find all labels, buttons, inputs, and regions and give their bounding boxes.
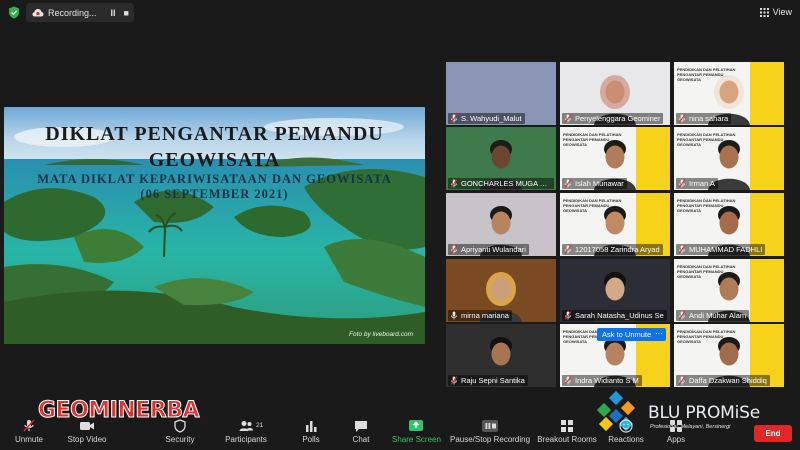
reactions-label: Reactions xyxy=(608,435,644,444)
end-meeting-button[interactable]: End xyxy=(754,425,792,442)
slide-title-line1: DIKLAT PENGANTAR PEMANDU xyxy=(45,123,384,145)
polls-label: Polls xyxy=(302,435,320,444)
cloud-record-icon xyxy=(32,8,44,16)
participant-tile[interactable]: GONCHARLES MUGA MEO xyxy=(446,127,556,190)
participant-name: S. Wahyudi_Malut xyxy=(448,113,525,124)
participant-name: Indra Widianto S M xyxy=(562,375,642,386)
muted-mic-icon xyxy=(678,376,686,385)
apps-button[interactable]: Apps xyxy=(662,416,690,450)
pause-stop-recording-button[interactable]: Pause/Stop Recording xyxy=(450,416,530,450)
participant-tile[interactable]: Penyelenggara Geominer xyxy=(560,62,670,125)
slide-subtitle-line1: MATA DIKLAT KEPARIWISATAAN DAN GEOWISATA xyxy=(37,172,392,186)
participant-tile[interactable]: PENDIDIKAN DAN PELATIHAN PENGANTAR PEMAND… xyxy=(674,193,784,256)
reactions-button[interactable]: Reactions xyxy=(606,416,646,450)
participant-name: GONCHARLES MUGA MEO xyxy=(448,178,554,189)
view-button[interactable]: View xyxy=(759,4,792,20)
stop-recording-button[interactable]: ■ xyxy=(124,8,129,18)
participant-tile[interactable]: Sarah Natasha_Udinus Se xyxy=(560,259,670,322)
recording-indicator: Recording... II ■ xyxy=(26,3,134,22)
pause-recording-button[interactable]: II xyxy=(111,8,116,18)
breakout-rooms-icon xyxy=(561,420,573,432)
stop-video-button[interactable]: Stop Video xyxy=(64,416,110,450)
security-shield-icon xyxy=(174,419,186,433)
share-screen-button[interactable]: Share Screen xyxy=(392,416,441,450)
breakout-rooms-button[interactable]: Breakout Rooms xyxy=(536,416,598,450)
muted-mic-icon xyxy=(564,179,572,188)
ask-to-unmute-button[interactable]: Ask to Unmute xyxy=(597,328,657,341)
muted-mic-icon xyxy=(450,245,458,254)
apps-label: Apps xyxy=(666,435,686,444)
participants-count: 21 xyxy=(256,422,264,429)
shield-icon[interactable] xyxy=(8,6,20,19)
muted-mic-icon xyxy=(678,311,686,320)
muted-mic-icon xyxy=(678,245,686,254)
top-bar: Recording... II ■ View xyxy=(0,0,800,26)
share-screen-label: Share Screen xyxy=(392,435,441,444)
participant-name: Daffa Dzakwan Shiddiq xyxy=(676,375,770,386)
pause-stop-icon xyxy=(482,420,498,432)
participant-name: Raju Sepni Santika xyxy=(448,375,528,386)
participant-tile[interactable]: PENDIDIKAN DAN PELATIHAN PENGANTAR PEMAND… xyxy=(674,324,784,387)
photo-credit: Foto by liveboard.com xyxy=(349,331,413,338)
participant-tile[interactable]: Raju Sepni Santika xyxy=(446,324,556,387)
chat-icon xyxy=(355,421,367,432)
participant-name: Sarah Natasha_Udinus Se xyxy=(562,310,667,321)
slide-title-line2: GEOWISATA xyxy=(148,149,281,171)
polls-icon xyxy=(306,421,317,432)
mic-icon xyxy=(451,311,457,320)
pause-recording-label: Pause/Stop Recording xyxy=(450,435,531,444)
security-button[interactable]: Security xyxy=(162,416,198,450)
participant-name: 12017058 Zarindra Aryad xyxy=(562,244,663,255)
participant-tile[interactable]: PENDIDIKAN DAN PELATIHAN PENGANTAR PEMAND… xyxy=(560,127,670,190)
participant-tile[interactable]: mirna mariana xyxy=(446,259,556,322)
participant-name: MUHAMMAD FADHLI xyxy=(676,244,766,255)
participant-tile[interactable]: PENDIDIKAN DAN PELATIHAN PENGANTAR PEMAND… xyxy=(674,62,784,125)
muted-mic-icon xyxy=(564,245,572,254)
muted-mic-icon xyxy=(678,179,686,188)
participant-name: Penyelenggara Geominer xyxy=(562,113,664,124)
apps-icon xyxy=(670,420,682,432)
shared-screen-slide: DIKLAT PENGANTAR PEMANDU GEOWISATA MATA … xyxy=(4,107,425,344)
slide-subtitle-line2: (06 SEPTEMBER 2021) xyxy=(140,187,289,201)
unmute-label: Unmute xyxy=(14,435,43,444)
participant-tile[interactable]: PENDIDIKAN DAN PELATIHAN PENGANTAR PEMAND… xyxy=(560,193,670,256)
breakout-rooms-label: Breakout Rooms xyxy=(537,435,597,444)
muted-mic-icon xyxy=(450,179,458,188)
chat-label: Chat xyxy=(352,435,370,444)
muted-mic-icon xyxy=(450,376,458,385)
muted-mic-icon xyxy=(564,114,572,123)
participants-label: Participants xyxy=(225,435,267,444)
grid-view-icon xyxy=(759,7,769,17)
video-camera-icon xyxy=(80,422,94,430)
participant-name: Apriyanti Wulandari xyxy=(448,244,529,255)
chat-button[interactable]: Chat xyxy=(346,416,376,450)
participant-tile[interactable]: PENDIDIKAN DAN PELATIHAN PENGANTAR PEMAND… xyxy=(674,259,784,322)
share-screen-icon xyxy=(409,420,423,431)
participant-tile[interactable]: S. Wahyudi_Malut xyxy=(446,62,556,125)
polls-button[interactable]: Polls xyxy=(296,416,326,450)
participant-name: Andi Muhar Alam xyxy=(676,310,750,321)
muted-mic-icon xyxy=(564,376,572,385)
muted-mic-icon xyxy=(678,114,686,123)
stop-video-label: Stop Video xyxy=(67,435,107,444)
smiley-icon xyxy=(619,419,633,433)
meeting-toolbar: Unmute Stop Video Security Participants … xyxy=(0,416,800,450)
muted-mic-icon xyxy=(450,114,458,123)
microphone-muted-icon xyxy=(23,419,35,432)
security-label: Security xyxy=(165,435,195,444)
muted-mic-icon xyxy=(564,311,572,320)
recording-label: Recording... xyxy=(48,7,97,18)
unmute-button[interactable]: Unmute xyxy=(10,416,48,450)
participants-icon xyxy=(239,421,253,431)
more-options-button[interactable]: ··· xyxy=(652,328,666,341)
participant-tile[interactable]: PENDIDIKAN DAN PELATIHAN PENGANTAR PEMAND… xyxy=(674,127,784,190)
participant-tile[interactable]: Apriyanti Wulandari xyxy=(446,193,556,256)
view-label: View xyxy=(772,7,792,17)
